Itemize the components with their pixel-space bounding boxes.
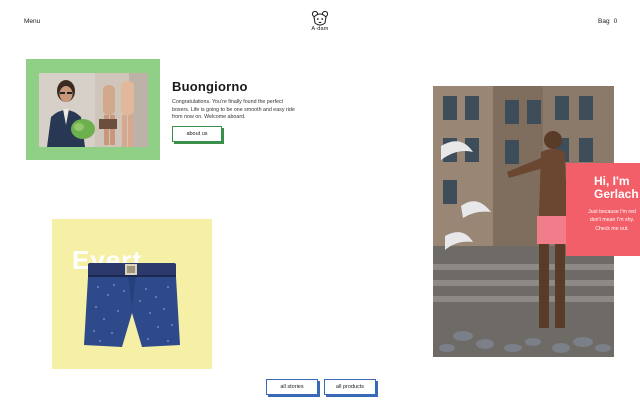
brand-logo[interactable]: A·dam [306,10,334,38]
intro-title: Buongiorno [172,79,248,94]
all-stories-button[interactable]: all stories [266,379,318,395]
intro-photo [39,73,148,147]
boxer-shorts-image [84,263,180,347]
bag-link[interactable]: Bag 0 [598,18,617,25]
bag-count-badge: 0 [613,18,618,25]
about-us-button[interactable]: about us [172,126,222,142]
gerlach-subtitle: Just because I'm red don't mean I'm shy.… [588,209,636,232]
logo-wordmark: A·dam [311,26,329,32]
gerlach-title-line2: Gerlach [594,187,639,201]
evert-product-card[interactable]: Evert [52,219,212,369]
gerlach-title: Hi, I'm Gerlach [594,175,639,201]
menu-link[interactable]: Menu [24,18,40,25]
all-products-button[interactable]: all products [324,379,376,395]
bag-label: Bag [598,18,610,25]
intro-body-text: Congratulations. You’re finally found th… [172,99,295,121]
gerlach-title-line1: Hi, I'm [594,174,630,188]
